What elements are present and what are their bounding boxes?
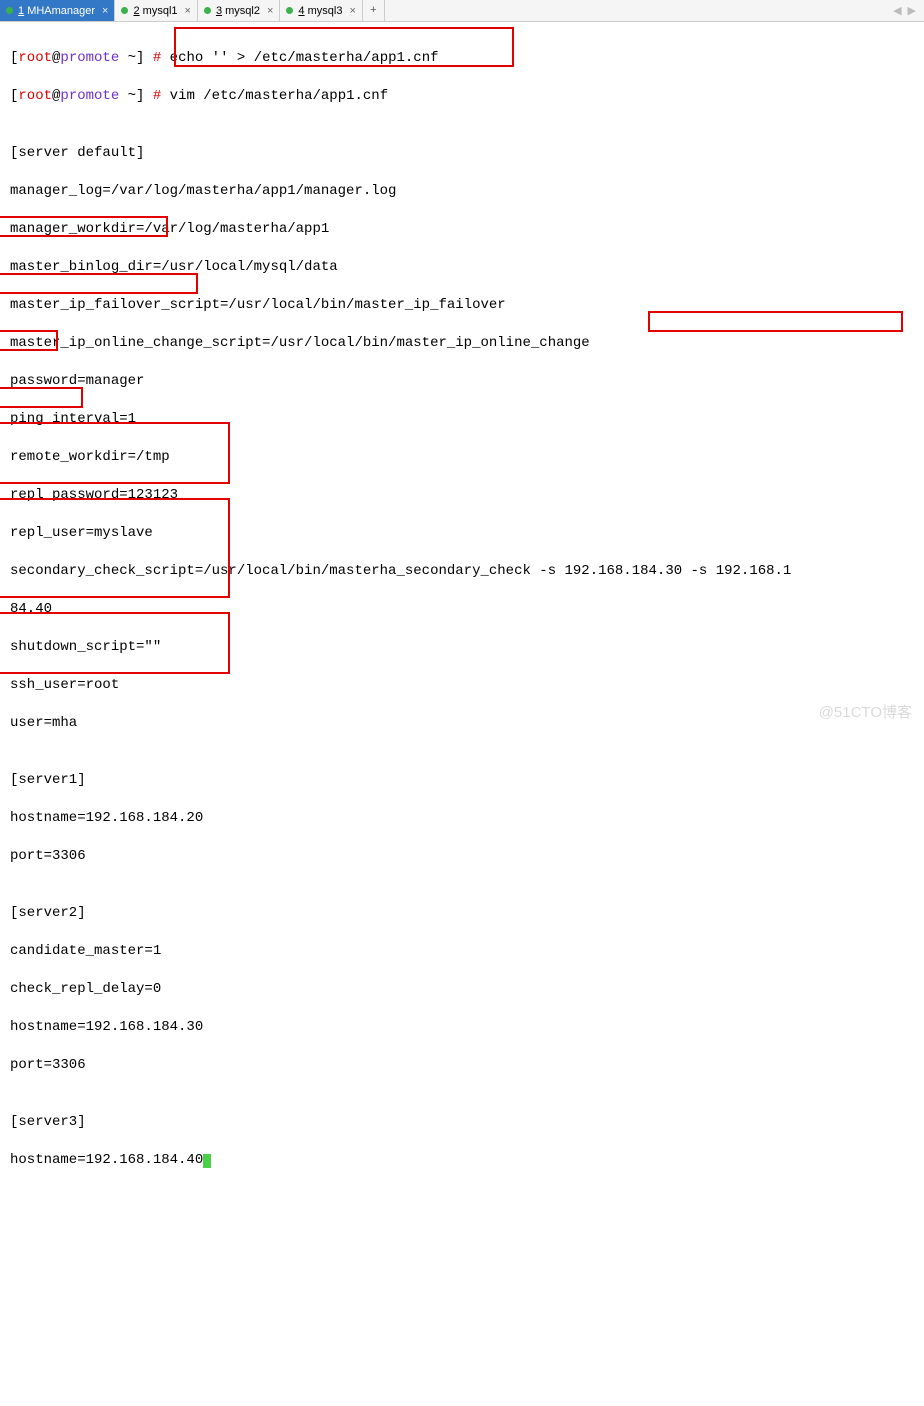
tab-mhamanager[interactable]: 1 MHAmanager × [0,0,115,21]
tab-label: 3 mysql2 [216,5,260,17]
config-line: [server default] [10,144,914,163]
config-line: ssh_user=root [10,676,914,695]
tab-bar: 1 MHAmanager × 2 mysql1 × 3 mysql2 × 4 m… [0,0,924,22]
status-dot-icon [121,7,128,14]
config-line: master_ip_failover_script=/usr/local/bin… [10,296,914,315]
config-line: candidate_master=1 [10,942,914,961]
config-line: user=mha [10,714,914,733]
config-line: manager_log=/var/log/masterha/app1/manag… [10,182,914,201]
add-tab-button[interactable]: + [363,0,385,21]
config-line: secondary_check_script=/usr/local/bin/ma… [10,562,914,581]
config-line: repl_user=myslave [10,524,914,543]
config-line: password=manager [10,372,914,391]
config-line: manager_workdir=/var/log/masterha/app1 [10,220,914,239]
config-line: [server3] [10,1113,914,1132]
config-line: [server2] [10,904,914,923]
nav-next-icon[interactable]: ▶ [908,4,916,17]
close-icon[interactable]: × [347,5,357,17]
status-dot-icon [286,7,293,14]
tab-mysql3[interactable]: 4 mysql3 × [280,0,362,21]
tab-nav: ◀ ▶ [893,4,924,17]
status-dot-icon [6,7,13,14]
config-line: check_repl_delay=0 [10,980,914,999]
close-icon[interactable]: × [265,5,275,17]
highlight-box [0,498,230,598]
config-line: [server1] [10,771,914,790]
config-line: master_binlog_dir=/usr/local/mysql/data [10,258,914,277]
prompt-line: [root@promote ~] # echo '' > /etc/master… [10,49,914,68]
tab-mysql1[interactable]: 2 mysql1 × [115,0,197,21]
tab-label: 4 mysql3 [298,5,342,17]
terminal-content[interactable]: [root@promote ~] # echo '' > /etc/master… [0,22,924,1406]
config-line: remote_workdir=/tmp [10,448,914,467]
tab-label: 1 MHAmanager [18,5,95,17]
tab-mysql2[interactable]: 3 mysql2 × [198,0,280,21]
status-dot-icon [204,7,211,14]
close-icon[interactable]: × [100,5,110,17]
config-line: master_ip_online_change_script=/usr/loca… [10,334,914,353]
command-text: echo '' > /etc/masterha/app1.cnf [161,50,438,66]
config-line: hostname=192.168.184.40 [10,1151,914,1170]
config-line: 84.40 [10,600,914,619]
config-line: ping_interval=1 [10,410,914,429]
config-line: port=3306 [10,1056,914,1075]
close-icon[interactable]: × [183,5,193,17]
config-line: hostname=192.168.184.20 [10,809,914,828]
config-line: shutdown_script="" [10,638,914,657]
config-line: repl_password=123123 [10,486,914,505]
command-text: vim /etc/masterha/app1.cnf [161,88,388,104]
prompt-line: [root@promote ~] # vim /etc/masterha/app… [10,87,914,106]
tab-label: 2 mysql1 [133,5,177,17]
nav-prev-icon[interactable]: ◀ [893,4,901,17]
cursor-icon [203,1154,211,1168]
config-line: port=3306 [10,847,914,866]
config-line: hostname=192.168.184.30 [10,1018,914,1037]
